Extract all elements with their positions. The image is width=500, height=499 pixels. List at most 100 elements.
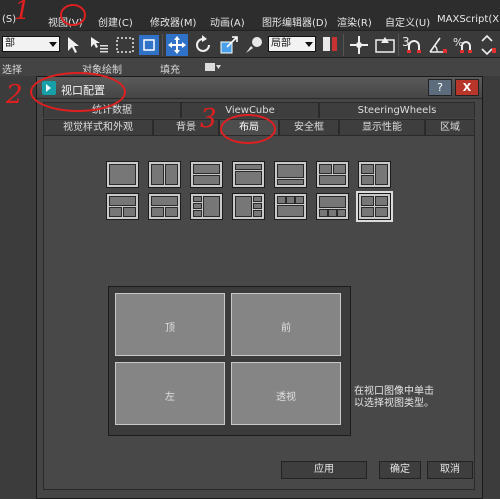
select-and-place-icon[interactable] <box>243 34 265 56</box>
tab-row-top: 统计数据 ViewCube SteeringWheels <box>43 102 475 118</box>
layout-cell <box>193 164 220 174</box>
tab-viewcube[interactable]: ViewCube <box>181 102 319 118</box>
layout-cell <box>375 164 388 185</box>
menu-item-animation[interactable]: 动画(A) <box>210 14 245 29</box>
layout-cell <box>253 203 262 209</box>
snaps-toggle-label: 3 <box>402 35 410 49</box>
toolbar-separator <box>398 34 399 56</box>
pivot-center-icon[interactable] <box>320 34 342 56</box>
layout-cell <box>253 210 262 217</box>
reference-coordinate-value: 局部 <box>271 38 291 49</box>
scale-icon[interactable] <box>218 34 240 56</box>
viewport-front-label: 前 <box>281 322 291 334</box>
ribbon-options-icon[interactable] <box>204 61 222 76</box>
tab-safe-frames[interactable]: 安全框 <box>279 119 339 135</box>
layout-hint-text: 在视口图像中单击 以选择视图类型。 <box>354 386 434 409</box>
viewport-top[interactable]: 顶 <box>115 293 225 356</box>
layout-preview: 顶 前 左 透视 <box>108 286 351 436</box>
viewport-front[interactable]: 前 <box>231 293 341 356</box>
layout-cell <box>151 196 178 206</box>
tab-layout[interactable]: 布局 <box>219 119 279 135</box>
layout-option-9[interactable] <box>148 193 181 220</box>
ribbon-tab-selection[interactable]: 选择 <box>2 61 22 76</box>
select-object-icon[interactable] <box>64 34 84 56</box>
close-button[interactable]: X <box>455 79 479 96</box>
menu-item-modifiers[interactable]: 修改器(M) <box>150 14 196 29</box>
angle-snap-icon[interactable] <box>427 34 449 56</box>
viewport-perspective[interactable]: 透视 <box>231 362 341 425</box>
viewport-perspective-label: 透视 <box>276 391 296 403</box>
menu-item-maxscript[interactable]: MAXScript(X) <box>437 14 500 25</box>
layout-cell <box>193 175 220 185</box>
keyboard-shortcut-override-icon[interactable] <box>374 34 396 56</box>
layout-cell <box>333 164 346 174</box>
layout-option-6[interactable] <box>316 161 349 188</box>
layout-cell <box>286 196 295 204</box>
layout-cell <box>328 209 337 217</box>
chevron-down-icon <box>49 42 57 47</box>
menu-item-rendering[interactable]: 渲染(R) <box>337 14 372 29</box>
apply-button[interactable]: 应用 <box>281 461 367 479</box>
layout-cell <box>375 196 388 206</box>
right-panel <box>483 76 500 499</box>
select-manipulate-icon[interactable] <box>348 34 370 56</box>
reference-coordinate-combo[interactable]: 局部 <box>268 36 316 52</box>
spinner-snap-icon[interactable] <box>478 34 500 56</box>
layout-cell <box>109 196 136 206</box>
tab-steeringwheels[interactable]: SteeringWheels <box>319 102 475 118</box>
tab-visual-style[interactable]: 视觉样式和外观 <box>43 119 153 135</box>
layout-cell <box>361 196 374 206</box>
menu-item-customize[interactable]: 自定义(U) <box>385 14 430 29</box>
layout-cell <box>203 196 220 217</box>
menu-item-create[interactable]: 创建(C) <box>98 14 133 29</box>
help-button[interactable]: ? <box>428 79 452 96</box>
layout-cell <box>165 164 178 185</box>
layout-cell <box>295 196 304 204</box>
snaps-toggle-icon[interactable]: 3 <box>401 34 427 56</box>
layout-option-3[interactable] <box>190 161 223 188</box>
tab-regions[interactable]: 区域 <box>425 119 475 135</box>
layout-option-8[interactable] <box>106 193 139 220</box>
layout-option-2[interactable] <box>148 161 181 188</box>
viewport-left[interactable]: 左 <box>115 362 225 425</box>
ok-button[interactable]: 确定 <box>379 461 421 479</box>
layout-cell <box>361 175 374 185</box>
tab-statistics[interactable]: 统计数据 <box>43 102 181 118</box>
rectangular-selection-icon[interactable] <box>114 34 136 56</box>
layout-option-10[interactable] <box>190 193 223 220</box>
tab-background[interactable]: 背景 <box>153 119 219 135</box>
layout-cell <box>235 171 262 185</box>
window-crossing-icon[interactable] <box>138 34 160 56</box>
layout-cell <box>319 209 328 217</box>
layout-option-7[interactable] <box>358 161 391 188</box>
layout-cell <box>361 207 374 217</box>
menu-item-view[interactable]: 视图(V) <box>48 14 83 29</box>
layout-option-13[interactable] <box>316 193 349 220</box>
layout-cell <box>253 196 262 202</box>
tab-display-performance[interactable]: 显示性能 <box>339 119 425 135</box>
dialog-title-bar[interactable]: 视口配置 ? X <box>37 77 482 99</box>
layout-cell <box>151 207 164 217</box>
rotate-icon[interactable] <box>192 34 214 56</box>
ribbon-tab-object-paint[interactable]: 对象绘制 <box>82 61 122 76</box>
layout-cell <box>277 205 304 217</box>
layout-cell <box>361 164 374 174</box>
menu-item-graph-editors[interactable]: 图形编辑器(D) <box>262 14 328 29</box>
select-by-name-icon[interactable] <box>88 34 110 56</box>
viewport-top-label: 顶 <box>165 322 175 334</box>
menu-item-s[interactable]: (S) <box>2 14 16 25</box>
layout-option-1[interactable] <box>106 161 139 188</box>
layout-option-4[interactable] <box>232 161 265 188</box>
layout-option-12[interactable] <box>274 193 307 220</box>
move-icon[interactable] <box>166 34 188 56</box>
selection-filter-combo[interactable]: 部 <box>2 36 60 52</box>
layout-option-5[interactable] <box>274 161 307 188</box>
layout-option-14-selected[interactable] <box>356 191 393 222</box>
layout-cell <box>337 209 346 217</box>
layout-option-11[interactable] <box>232 193 265 220</box>
cancel-button[interactable]: 取消 <box>427 461 473 479</box>
layout-cell <box>123 207 136 217</box>
layout-cell <box>319 196 346 208</box>
ribbon-tab-populate[interactable]: 填充 <box>160 61 180 76</box>
percent-snap-icon[interactable]: % <box>452 34 476 56</box>
